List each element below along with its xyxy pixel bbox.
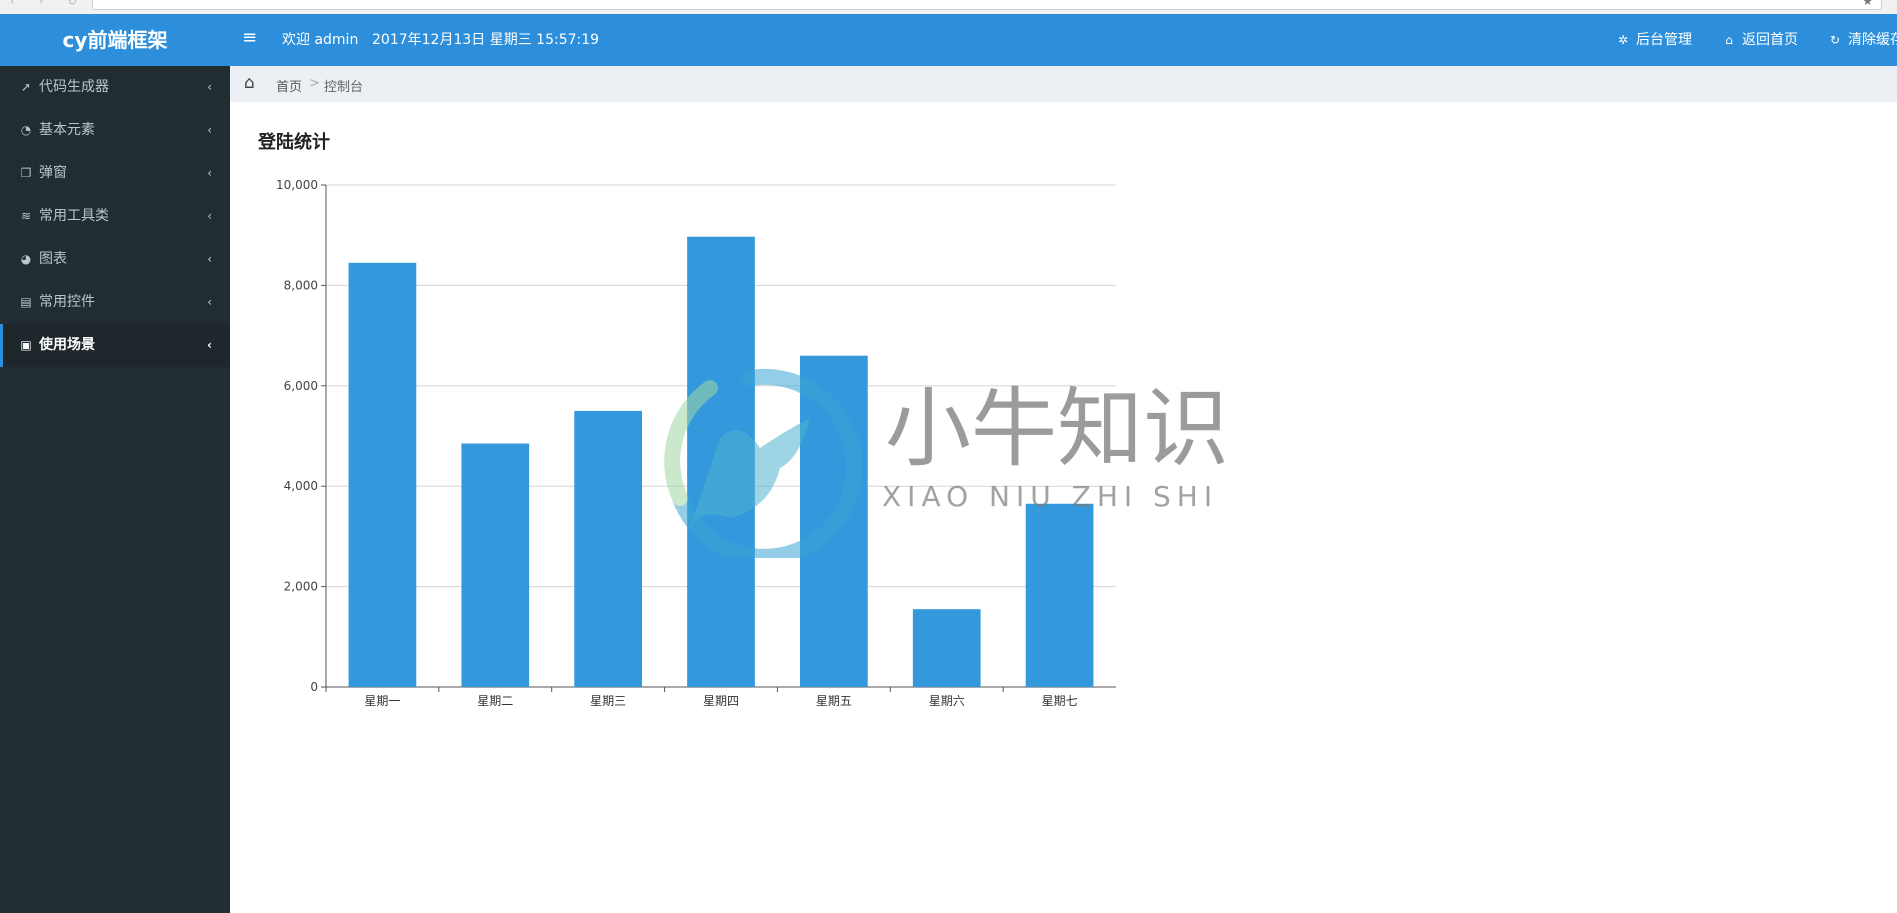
sidebar-item-utilities[interactable]: ≋ 常用工具类 ‹ <box>0 195 230 238</box>
bar[interactable] <box>800 355 868 687</box>
chevron-left-icon: ‹ <box>207 123 212 137</box>
sidebar-item-label: 图表 <box>39 251 67 267</box>
sidebar-item-code-generator[interactable]: ➚ 代码生成器 ‹ <box>0 66 230 109</box>
admin-link-label: 后台管理 <box>1636 32 1692 48</box>
chevron-left-icon: ‹ <box>207 338 212 352</box>
css3-icon: ≋ <box>20 209 32 223</box>
dashboard-icon: ◔ <box>20 123 32 137</box>
home-icon: ⌂ <box>1725 33 1733 47</box>
admin-link[interactable]: ✲ 后台管理 <box>1616 14 1692 66</box>
chart-title: 登陆统计 <box>258 132 330 153</box>
sidebar-item-label: 常用工具类 <box>39 208 109 224</box>
breadcrumb-separator: > <box>309 76 320 91</box>
y-tick-label: 10,000 <box>276 178 318 192</box>
id-card-icon: ▣ <box>20 338 32 352</box>
x-tick-label: 星期一 <box>364 694 400 708</box>
x-tick-label: 星期六 <box>929 694 965 708</box>
x-tick-label: 星期四 <box>703 694 739 708</box>
rocket-icon: ➚ <box>20 80 32 94</box>
home-link-label: 返回首页 <box>1742 32 1798 48</box>
chart-bars <box>348 236 1094 687</box>
breadcrumb-home-link[interactable]: 首页 <box>276 76 302 95</box>
bar[interactable] <box>574 410 642 687</box>
bar[interactable] <box>461 443 530 687</box>
address-bar[interactable] <box>92 0 1882 10</box>
clear-cache-link[interactable]: ↻ 清除缓存 <box>1828 14 1897 66</box>
gear-icon: ✲ <box>1617 33 1629 47</box>
breadcrumb-current: 控制台 <box>324 80 364 95</box>
datetime-text: 2017年12月13日 星期三 15:57:19 <box>372 32 600 48</box>
sidebar-item-label: 使用场景 <box>39 337 95 353</box>
chevron-left-icon: ‹ <box>207 80 212 94</box>
sidebar-item-basic-elements[interactable]: ◔ 基本元素 ‹ <box>0 109 230 152</box>
x-tick-label: 星期三 <box>590 694 626 708</box>
sidebar-item-charts[interactable]: ◕ 图表 ‹ <box>0 238 230 281</box>
home-link[interactable]: ⌂ 返回首页 <box>1722 14 1798 66</box>
sidebar: ➚ 代码生成器 ‹ ◔ 基本元素 ‹ ❐ 弹窗 ‹ ≋ 常用工具类 ‹ ◕ 图表 ‹ ▤ 常… <box>0 66 230 913</box>
browser-nav-icons[interactable]: ‹ › ↻ <box>10 0 87 8</box>
y-tick-label: 2,000 <box>284 580 318 594</box>
y-tick-label: 8,000 <box>284 278 318 292</box>
window-icon: ❐ <box>20 166 32 180</box>
sidebar-item-label: 弹窗 <box>39 165 67 181</box>
sidebar-item-label: 基本元素 <box>39 122 95 138</box>
y-tick-label: 6,000 <box>284 379 318 393</box>
sidebar-item-label: 代码生成器 <box>39 79 109 95</box>
x-tick-label: 星期五 <box>816 694 852 708</box>
menu-toggle-icon[interactable]: ≡ <box>242 27 257 48</box>
y-tick-label: 4,000 <box>284 479 318 493</box>
home-icon[interactable]: ⌂ <box>244 73 255 93</box>
bar[interactable] <box>348 262 417 687</box>
chevron-left-icon: ‹ <box>207 295 212 309</box>
brand-logo[interactable]: cy前端框架 <box>0 14 230 66</box>
browser-chrome: ‹ › ↻ ★ <box>0 0 1897 14</box>
clear-cache-label: 清除缓存 <box>1848 32 1897 48</box>
chevron-left-icon: ‹ <box>207 166 212 180</box>
chevron-left-icon: ‹ <box>207 252 212 266</box>
refresh-icon: ↻ <box>1829 33 1841 47</box>
pie-chart-icon: ◕ <box>20 252 32 266</box>
top-navbar: cy前端框架 ≡ 欢迎 admin 2017年12月13日 星期三 15:57:… <box>0 14 1897 66</box>
chevron-left-icon: ‹ <box>207 209 212 223</box>
x-tick-label: 星期二 <box>477 694 513 708</box>
bar[interactable] <box>912 609 981 687</box>
bar[interactable] <box>1025 503 1094 687</box>
sidebar-item-popups[interactable]: ❐ 弹窗 ‹ <box>0 152 230 195</box>
bar[interactable] <box>687 236 755 687</box>
sidebar-item-scenarios[interactable]: ▣ 使用场景 ‹ <box>0 324 230 367</box>
welcome-text: 欢迎 admin <box>282 32 359 48</box>
y-tick-label: 0 <box>310 680 318 694</box>
sidebar-item-label: 常用控件 <box>39 294 95 310</box>
archive-icon: ▤ <box>20 295 32 309</box>
bookmark-star-icon[interactable]: ★ <box>1862 0 1873 8</box>
breadcrumb: ⌂ 首页 > 控制台 <box>230 66 1897 102</box>
login-stats-chart: 0 2,000 4,000 6,000 8,000 10,000 星期一 星期二 星期三 星期四 星… <box>276 178 1116 708</box>
sidebar-item-controls[interactable]: ▤ 常用控件 ‹ <box>0 281 230 324</box>
x-tick-label: 星期七 <box>1042 694 1078 708</box>
